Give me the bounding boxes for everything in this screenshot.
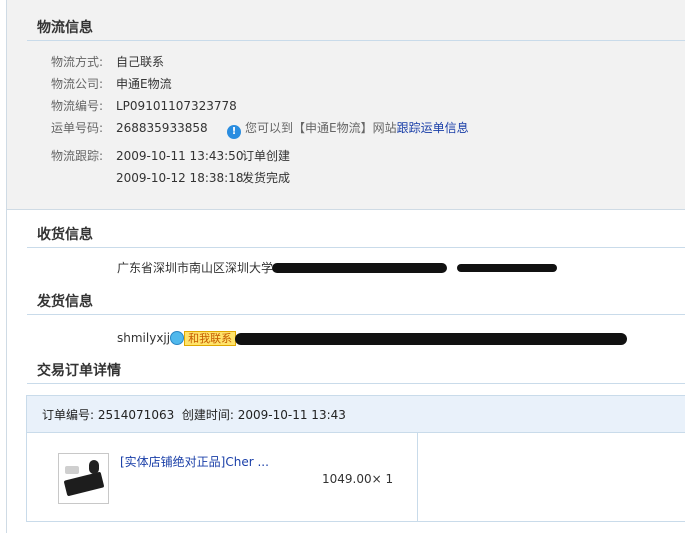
redaction-scribble <box>272 263 447 273</box>
number-label: 物流编号: <box>51 99 104 113</box>
product-thumbnail[interactable] <box>58 453 109 504</box>
track-waybill-link[interactable]: 跟踪运单信息 <box>397 121 469 135</box>
redaction-scribble <box>457 264 557 272</box>
order-number-label: 订单编号: <box>42 408 95 422</box>
order-column-divider <box>417 433 418 522</box>
logistics-rule <box>27 40 685 41</box>
logistics-tracking-row-1: 物流跟踪: 2009-10-11 13:43:50 订单创建 <box>51 147 551 165</box>
product-quantity: × 1 <box>371 472 394 486</box>
sender-name: shmilyxjj <box>117 331 171 345</box>
order-detail-page: 物流信息 物流方式: 自己联系 物流公司: 申通E物流 物流编号: LP0910… <box>6 0 685 533</box>
logistics-number-row: 物流编号: LP09101107323778 <box>51 97 451 115</box>
logistics-method-row: 物流方式: 自己联系 <box>51 53 451 71</box>
info-icon: ! <box>227 125 241 139</box>
order-number-value: 2514071063 <box>97 408 175 422</box>
product-title-link[interactable]: [实体店铺绝对正品]Cher ... <box>120 453 269 470</box>
waybill-label: 运单号码: <box>51 121 104 135</box>
order-header: 订单编号: 2514071063 创建时间: 2009-10-11 13:43 <box>27 396 685 433</box>
logistics-waybill-row: 运单号码: 268835933858 ! 您可以到【申通E物流】网站跟踪运单信息 <box>51 119 651 139</box>
company-value: 申通E物流 <box>116 77 172 91</box>
order-section-title: 交易订单详情 <box>37 363 121 379</box>
sender-title: 发货信息 <box>37 294 93 310</box>
tracking-event-1: 订单创建 <box>242 149 291 163</box>
tracking-time-1: 2009-10-11 13:43:50 <box>116 149 244 163</box>
mousepad-image <box>65 466 79 474</box>
company-label: 物流公司: <box>51 77 104 91</box>
logistics-title: 物流信息 <box>37 20 93 36</box>
receiver-rule <box>27 247 685 248</box>
waybill-value: 268835933858 <box>116 121 208 135</box>
tracking-label: 物流跟踪: <box>51 149 104 163</box>
order-created-value: 2009-10-11 13:43 <box>237 408 346 422</box>
product-price: 1049.00 <box>322 472 372 486</box>
number-value: LP09101107323778 <box>116 99 237 113</box>
waybill-notice: ! 您可以到【申通E物流】网站跟踪运单信息 <box>227 119 469 139</box>
chat-icon[interactable] <box>170 331 185 345</box>
order-rule <box>27 383 685 384</box>
method-label: 物流方式: <box>51 55 104 69</box>
product-price-quantity: 1049.00× 1 <box>322 472 393 486</box>
notice-text: 您可以到【申通E物流】网站 <box>245 121 397 135</box>
logistics-tracking-row-2: 2009-10-12 18:38:18 发货完成 <box>51 169 551 187</box>
receiver-address: 广东省深圳市南山区深圳大学 <box>117 261 274 275</box>
order-table: 订单编号: 2514071063 创建时间: 2009-10-11 13:43 … <box>26 395 685 522</box>
mouse-image <box>89 460 99 474</box>
method-value: 自己联系 <box>116 55 165 69</box>
tracking-time-2: 2009-10-12 18:38:18 <box>116 171 244 185</box>
logistics-panel: 物流信息 物流方式: 自己联系 物流公司: 申通E物流 物流编号: LP0910… <box>7 0 685 210</box>
sender-rule <box>27 314 685 315</box>
tracking-event-2: 发货完成 <box>242 171 291 185</box>
contact-me-button[interactable]: 和我联系 <box>184 331 237 346</box>
logistics-company-row: 物流公司: 申通E物流 <box>51 75 451 93</box>
keyboard-image <box>63 471 105 497</box>
order-header-text: 订单编号: 2514071063 创建时间: 2009-10-11 13:43 <box>42 406 346 423</box>
redaction-scribble <box>235 333 627 345</box>
receiver-title: 收货信息 <box>37 227 93 243</box>
order-created-label: 创建时间: <box>181 408 234 422</box>
